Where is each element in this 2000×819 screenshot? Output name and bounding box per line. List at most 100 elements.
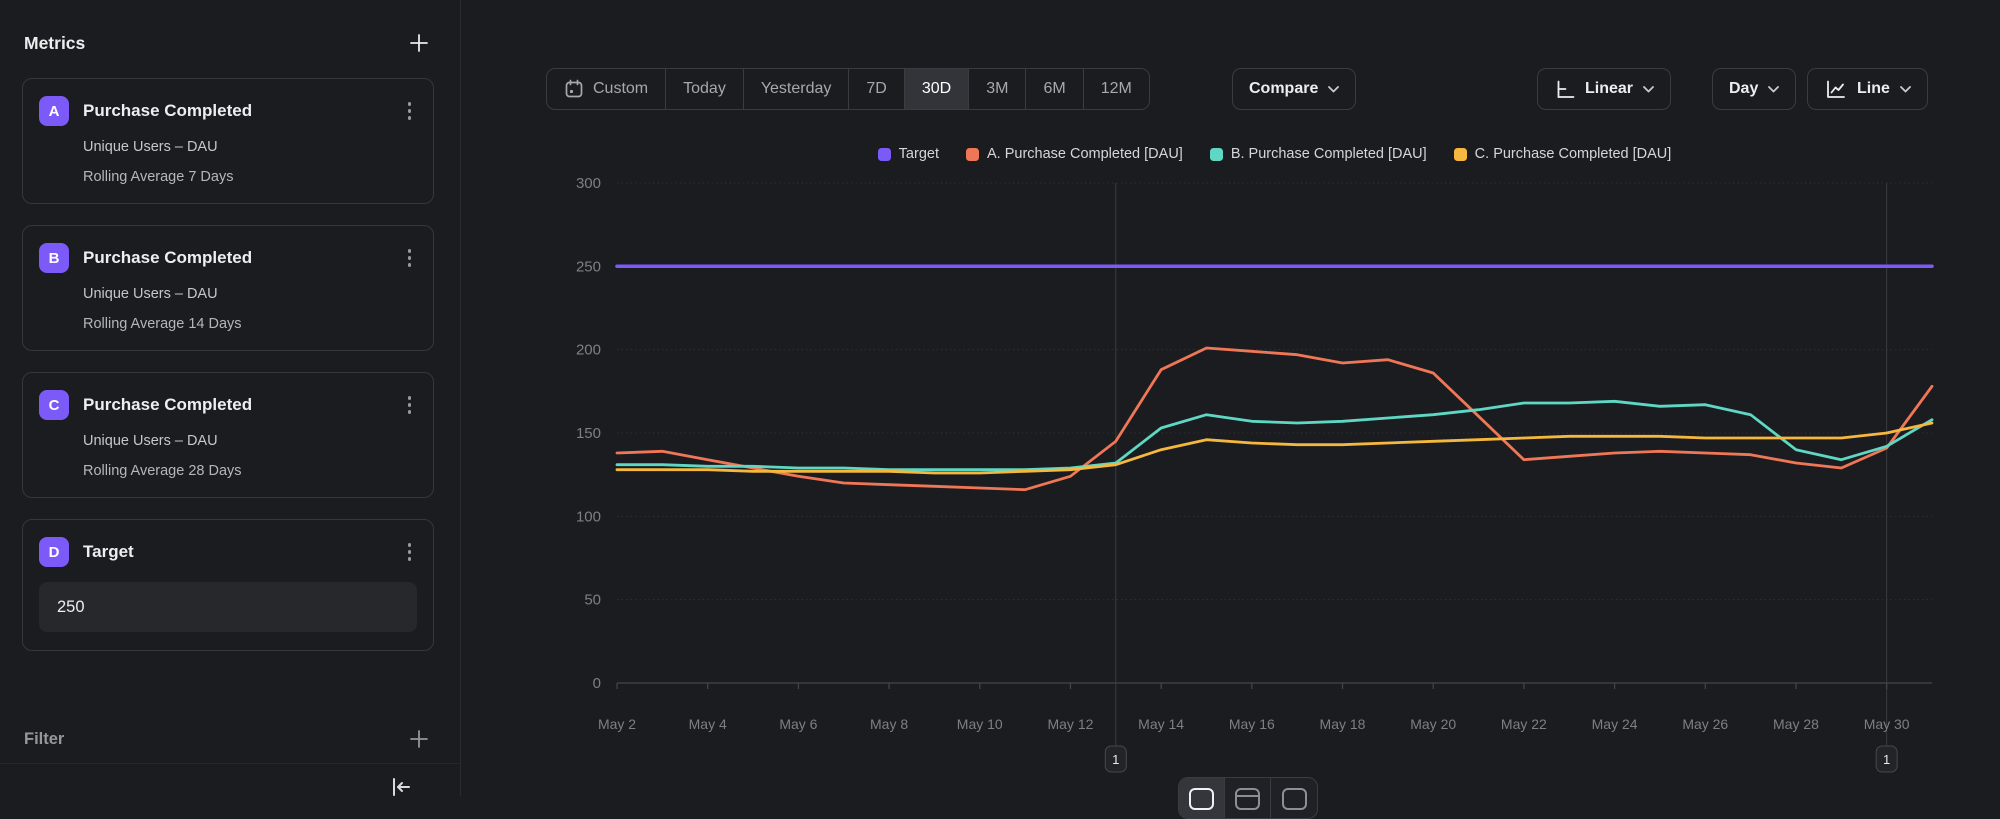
x-tick-label: May 26 — [1682, 716, 1728, 732]
metric-card-list: A Purchase Completed Unique Users – DAU Rol… — [22, 78, 434, 672]
metric-letter-badge: B — [39, 243, 69, 273]
sidebar-divider — [0, 763, 460, 764]
metric-card: B Purchase Completed Unique Users – DAU Rol… — [22, 225, 434, 351]
linear-axis-icon — [1554, 79, 1575, 100]
metric-letter-badge: C — [39, 390, 69, 420]
add-filter-button[interactable] — [406, 726, 432, 752]
chevron-down-icon — [1768, 86, 1779, 93]
metric-transform: Rolling Average 14 Days — [83, 316, 417, 332]
annotation-badge-label: 1 — [1883, 752, 1890, 767]
collapse-left-icon — [388, 774, 414, 800]
view-toggle-chart[interactable] — [1179, 778, 1225, 818]
x-tick-label: May 22 — [1501, 716, 1547, 732]
metric-measure: Unique Users – DAU — [83, 286, 417, 302]
annotation-badge-label: 1 — [1112, 752, 1119, 767]
range-label: 6M — [1043, 80, 1065, 98]
metric-measure: Unique Users – DAU — [83, 433, 417, 449]
metric-title: Target — [83, 542, 388, 562]
metrics-sidebar: Metrics A Purchase Completed Unique Users … — [0, 0, 461, 796]
series-line[interactable] — [617, 423, 1932, 473]
x-tick-label: May 20 — [1410, 716, 1456, 732]
y-tick-label: 200 — [576, 342, 601, 359]
date-range-selector: Custom Today Yesterday 7D 30D 3M 6M 12M — [546, 68, 1150, 110]
y-tick-label: 0 — [593, 675, 601, 692]
kebab-menu-icon[interactable] — [402, 98, 418, 124]
y-tick-label: 100 — [576, 508, 601, 525]
chevron-down-icon — [1900, 86, 1911, 93]
metric-title: Purchase Completed — [83, 248, 388, 268]
range-label: 30D — [922, 80, 951, 98]
x-tick-label: May 12 — [1047, 716, 1093, 732]
metric-title: Purchase Completed — [83, 395, 388, 415]
calendar-icon — [564, 79, 584, 99]
compare-label: Compare — [1249, 80, 1318, 98]
metric-transform: Rolling Average 28 Days — [83, 463, 417, 479]
chart-type-selector-button[interactable]: Line — [1807, 68, 1928, 110]
x-tick-label: May 28 — [1773, 716, 1819, 732]
series-line[interactable] — [617, 401, 1932, 469]
range-segment-custom[interactable]: Custom — [547, 69, 666, 109]
line-chart[interactable]: 0 50 100 150 200 250 300 May 2 May 4 May 6 May 8 Ma… — [461, 130, 2000, 796]
view-toggle-table[interactable] — [1225, 778, 1271, 818]
range-label: 12M — [1101, 80, 1132, 98]
range-segment-12m[interactable]: 12M — [1084, 69, 1149, 109]
metric-letter-badge: A — [39, 96, 69, 126]
view-toggle-group — [1178, 777, 1318, 819]
target-value-input[interactable] — [39, 582, 417, 632]
scale-selector-button[interactable]: Linear — [1537, 68, 1671, 110]
table-view-icon — [1234, 787, 1261, 811]
range-segment-yesterday[interactable]: Yesterday — [744, 69, 850, 109]
range-segment-6m[interactable]: 6M — [1026, 69, 1083, 109]
metric-title: Purchase Completed — [83, 101, 388, 121]
kebab-menu-icon[interactable] — [402, 245, 418, 271]
x-tick-label: May 30 — [1864, 716, 1910, 732]
range-label: Today — [683, 80, 726, 98]
filter-title: Filter — [24, 730, 64, 749]
plus-icon — [408, 32, 430, 54]
card-view-icon — [1281, 787, 1308, 811]
filter-header: Filter — [24, 726, 432, 752]
chevron-down-icon — [1643, 86, 1654, 93]
x-tick-label: May 2 — [598, 716, 636, 732]
chart-view-icon — [1188, 787, 1215, 811]
range-segment-7d[interactable]: 7D — [849, 69, 904, 109]
range-segment-30d[interactable]: 30D — [905, 69, 969, 109]
view-toggle-metric[interactable] — [1271, 778, 1317, 818]
line-chart-icon — [1824, 79, 1847, 100]
compare-button[interactable]: Compare — [1232, 68, 1356, 110]
scale-label: Linear — [1585, 80, 1633, 98]
x-tick-label: May 4 — [689, 716, 727, 732]
range-label: 7D — [866, 80, 886, 98]
x-tick-label: May 6 — [779, 716, 817, 732]
y-tick-label: 300 — [576, 175, 601, 192]
range-segment-today[interactable]: Today — [666, 69, 744, 109]
y-tick-label: 50 — [584, 592, 601, 609]
metric-card: A Purchase Completed Unique Users – DAU Rol… — [22, 78, 434, 204]
metric-measure: Unique Users – DAU — [83, 139, 417, 155]
kebab-menu-icon[interactable] — [402, 539, 418, 565]
metric-card: C Purchase Completed Unique Users – DAU Rol… — [22, 372, 434, 498]
target-card: D Target — [22, 519, 434, 651]
range-label: Custom — [593, 80, 648, 98]
metrics-title: Metrics — [24, 33, 85, 54]
chevron-down-icon — [1328, 86, 1339, 93]
x-tick-label: May 24 — [1592, 716, 1638, 732]
metric-transform: Rolling Average 7 Days — [83, 169, 417, 185]
plus-icon — [408, 728, 430, 750]
x-tick-label: May 14 — [1138, 716, 1184, 732]
x-tick-label: May 18 — [1320, 716, 1366, 732]
granularity-selector-button[interactable]: Day — [1712, 68, 1796, 110]
collapse-sidebar-button[interactable] — [388, 774, 414, 800]
x-tick-label: May 16 — [1229, 716, 1275, 732]
y-tick-label: 150 — [576, 425, 601, 442]
chart-type-label: Line — [1857, 80, 1890, 98]
y-tick-label: 250 — [576, 258, 601, 275]
range-segment-3m[interactable]: 3M — [969, 69, 1026, 109]
granularity-label: Day — [1729, 80, 1758, 98]
x-tick-label: May 8 — [870, 716, 908, 732]
add-metric-button[interactable] — [406, 30, 432, 56]
metric-letter-badge: D — [39, 537, 69, 567]
range-label: Yesterday — [761, 80, 832, 98]
kebab-menu-icon[interactable] — [402, 392, 418, 418]
x-tick-label: May 10 — [957, 716, 1003, 732]
